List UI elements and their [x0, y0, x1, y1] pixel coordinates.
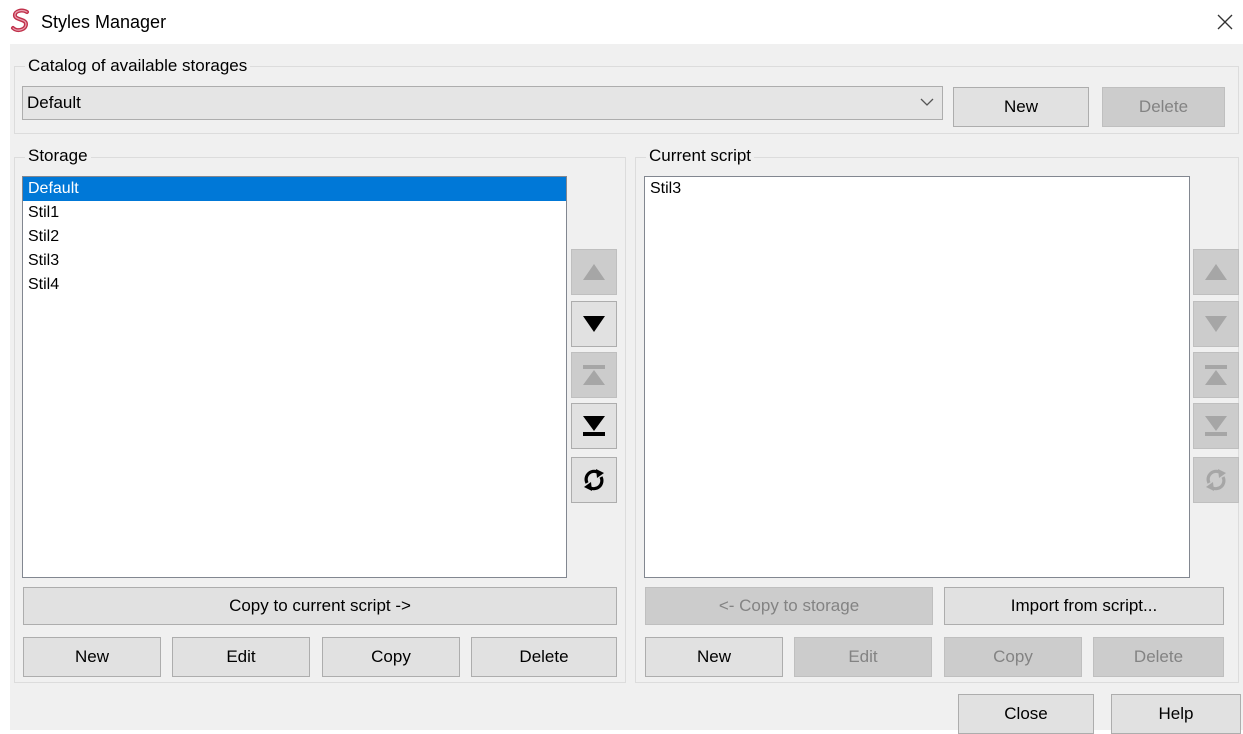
close-icon[interactable]	[1210, 6, 1240, 36]
copy-to-storage-button[interactable]: <- Copy to storage	[645, 587, 933, 625]
catalog-new-button[interactable]: New	[953, 87, 1089, 127]
storage-delete-button[interactable]: Delete	[471, 637, 617, 677]
help-button[interactable]: Help	[1111, 694, 1241, 734]
current-script-group-label: Current script	[646, 146, 755, 166]
title-bar: Styles Manager	[0, 0, 1243, 44]
storage-list-item[interactable]: Stil3	[23, 249, 566, 273]
script-move-bottom-button[interactable]	[1193, 403, 1239, 449]
catalog-group-label: Catalog of available storages	[25, 56, 251, 76]
storage-refresh-button[interactable]	[571, 457, 617, 503]
triangle-up-icon	[583, 264, 605, 280]
storage-list[interactable]: Default Stil1 Stil2 Stil3 Stil4	[22, 176, 567, 578]
storage-new-button[interactable]: New	[23, 637, 161, 677]
current-script-list-item[interactable]: Stil3	[645, 177, 1189, 201]
dialog-client-area: Catalog of available storages Default Ne…	[10, 44, 1243, 734]
storage-move-bottom-button[interactable]	[571, 403, 617, 449]
triangle-up-icon	[1205, 264, 1227, 280]
storage-move-top-button[interactable]	[571, 352, 617, 398]
move-to-top-icon	[1205, 365, 1227, 385]
catalog-delete-button[interactable]: Delete	[1102, 87, 1225, 127]
chevron-down-icon	[920, 98, 934, 106]
triangle-down-icon	[1205, 316, 1227, 332]
script-delete-button[interactable]: Delete	[1093, 637, 1224, 677]
storage-list-item[interactable]: Stil2	[23, 225, 566, 249]
storage-move-down-button[interactable]	[571, 301, 617, 347]
script-move-top-button[interactable]	[1193, 352, 1239, 398]
current-script-list[interactable]: Stil3	[644, 176, 1190, 578]
storage-group-label: Storage	[25, 146, 91, 166]
storage-edit-button[interactable]: Edit	[172, 637, 310, 677]
script-new-button[interactable]: New	[645, 637, 783, 677]
script-move-up-button[interactable]	[1193, 249, 1239, 295]
storage-catalog-selected-value: Default	[27, 93, 81, 112]
copy-to-current-script-button[interactable]: Copy to current script ->	[23, 587, 617, 625]
import-from-script-button[interactable]: Import from script...	[944, 587, 1224, 625]
move-to-top-icon	[583, 365, 605, 385]
storage-list-item[interactable]: Stil1	[23, 201, 566, 225]
storage-copy-button[interactable]: Copy	[322, 637, 460, 677]
refresh-icon	[584, 469, 604, 491]
storage-list-item[interactable]: Stil4	[23, 273, 566, 297]
script-move-down-button[interactable]	[1193, 301, 1239, 347]
storage-list-item[interactable]: Default	[23, 177, 566, 201]
move-to-bottom-icon	[1205, 416, 1227, 436]
styles-s-icon	[11, 8, 29, 33]
storage-catalog-dropdown[interactable]: Default	[22, 86, 943, 120]
move-to-bottom-icon	[583, 416, 605, 436]
window-title: Styles Manager	[41, 12, 167, 32]
refresh-icon	[1206, 469, 1226, 491]
storage-move-up-button[interactable]	[571, 249, 617, 295]
triangle-down-icon	[583, 316, 605, 332]
script-refresh-button[interactable]	[1193, 457, 1239, 503]
close-button[interactable]: Close	[958, 694, 1094, 734]
script-copy-button[interactable]: Copy	[944, 637, 1082, 677]
script-edit-button[interactable]: Edit	[794, 637, 932, 677]
